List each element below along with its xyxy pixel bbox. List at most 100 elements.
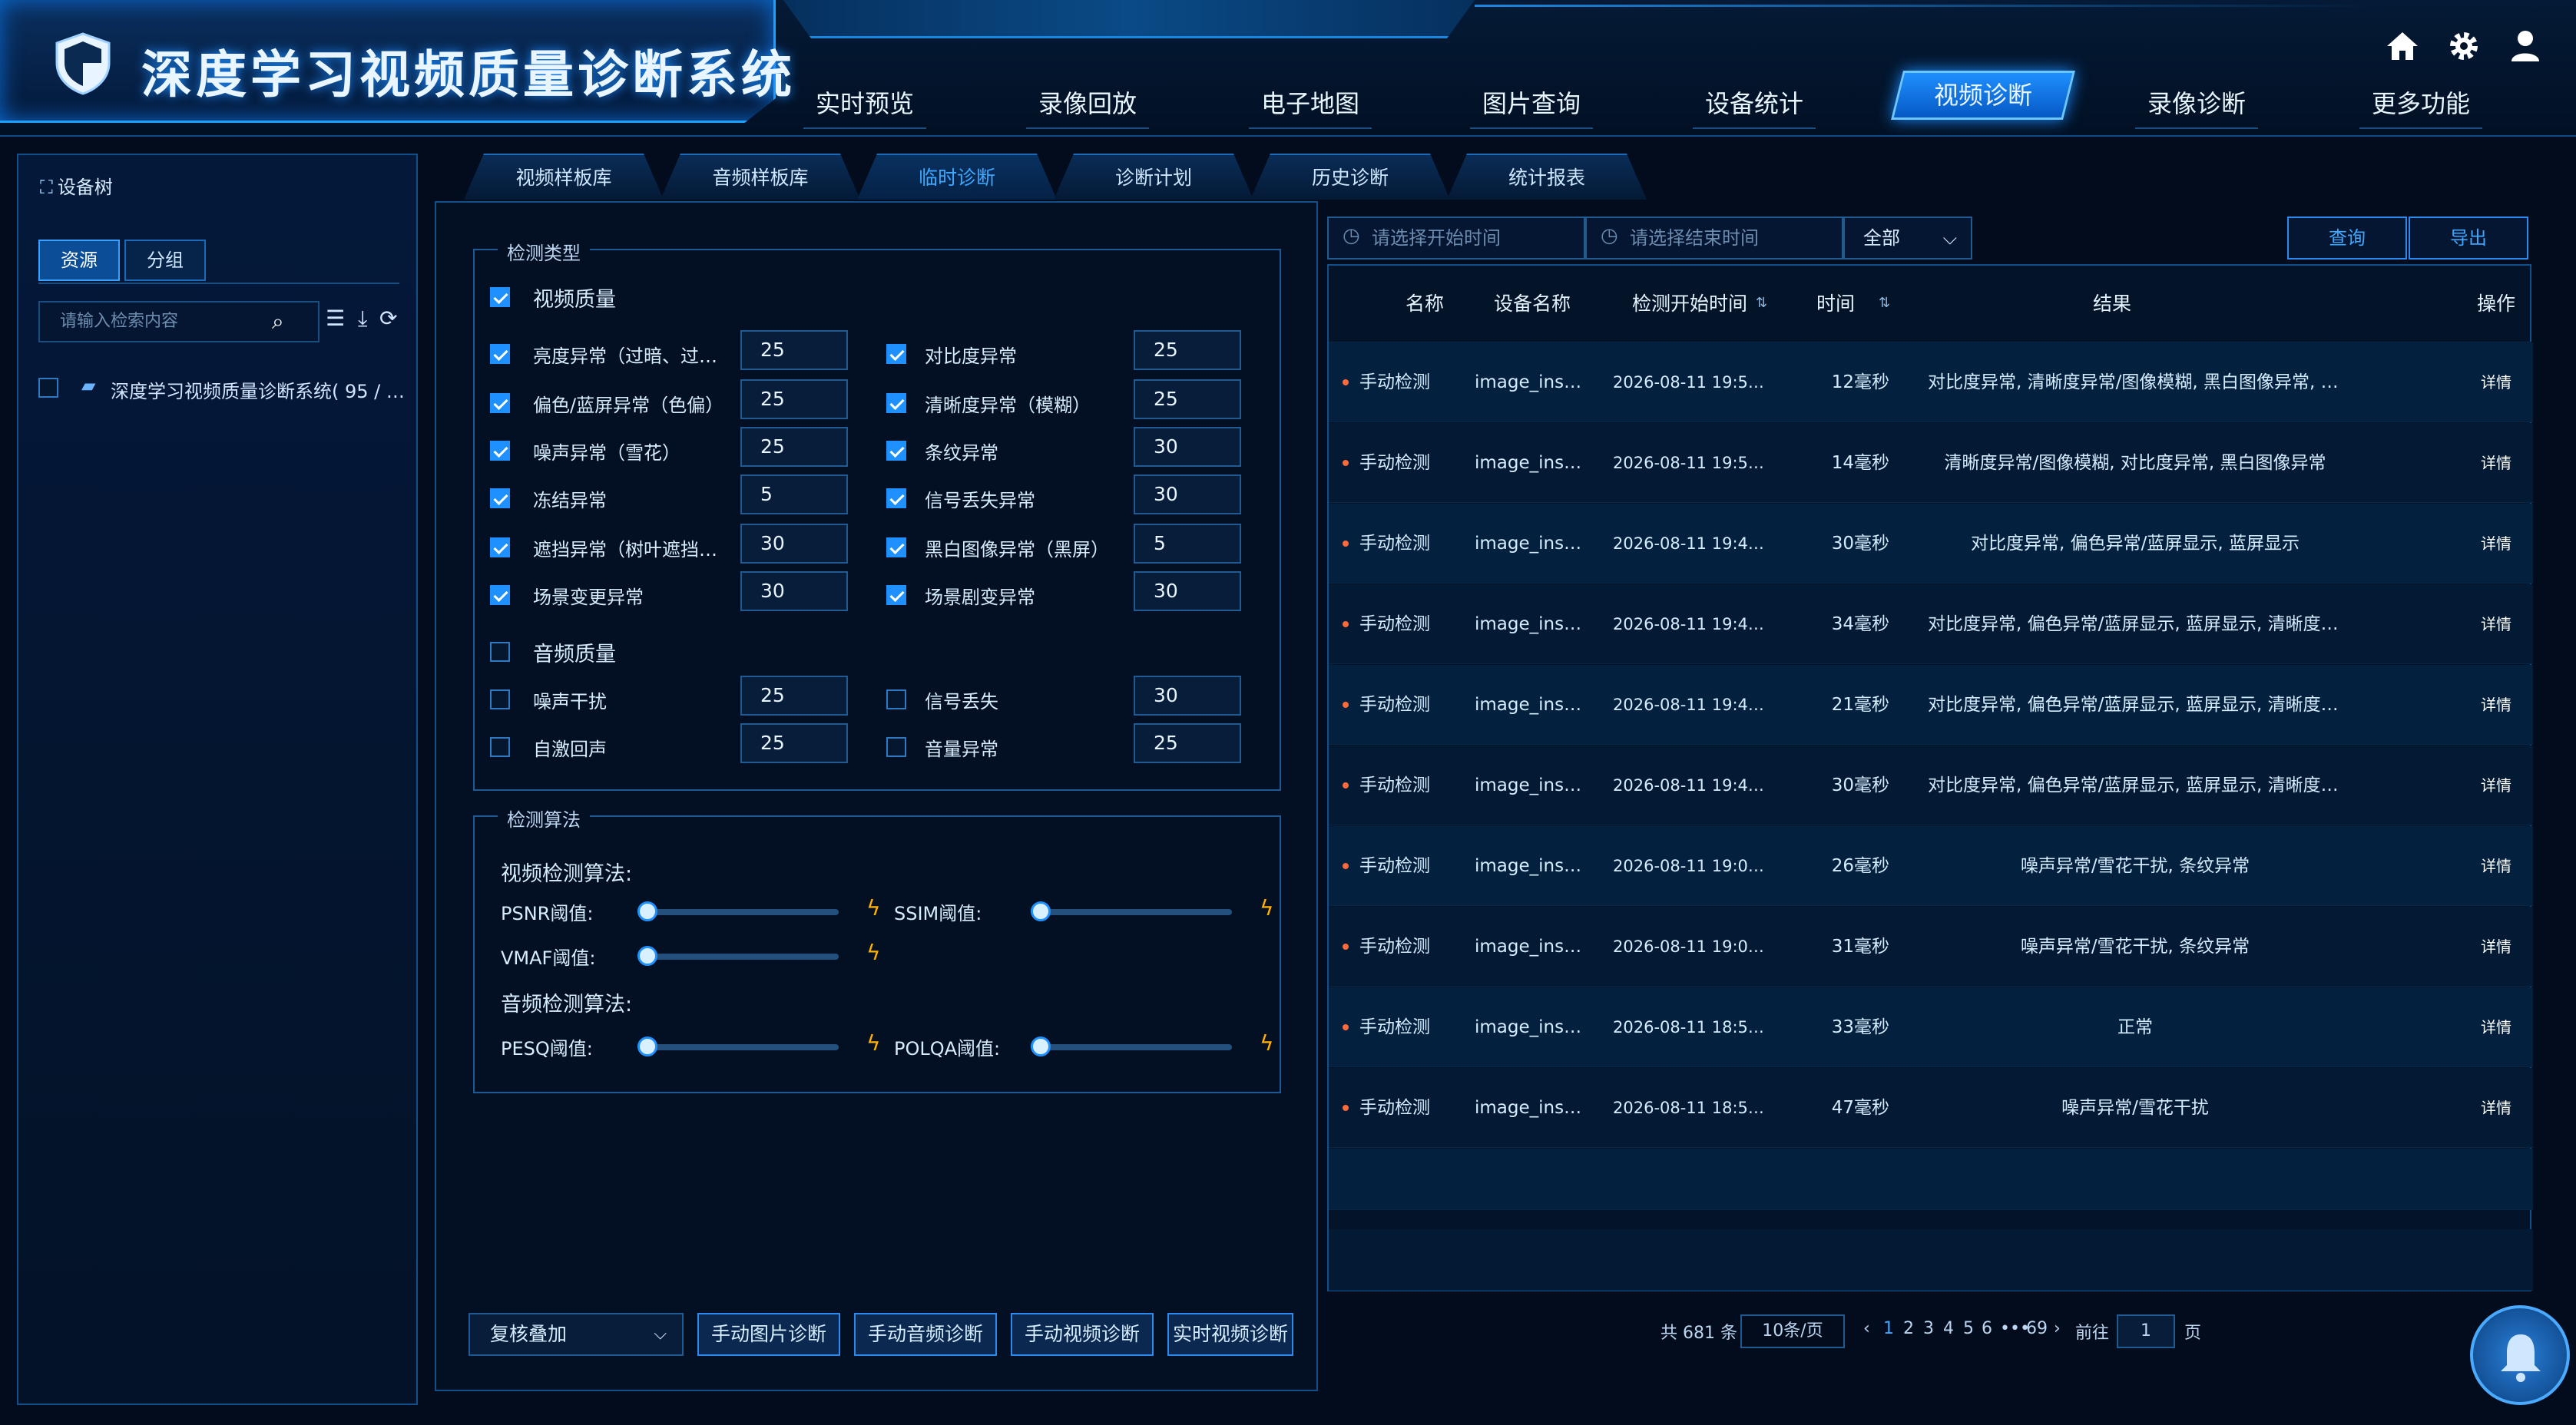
threshold-input[interactable]: 25 <box>1134 723 1241 763</box>
row-detail-link[interactable]: 详情 <box>2473 665 2519 745</box>
gear-icon[interactable] <box>2445 28 2482 64</box>
tab-group[interactable]: 分组 <box>124 240 206 281</box>
action-button-2[interactable]: 手动音频诊断 <box>854 1313 997 1356</box>
page-size-select[interactable]: 10条/页 <box>1740 1314 1845 1348</box>
threshold-input[interactable]: 30 <box>740 571 848 611</box>
row-detail-link[interactable]: 详情 <box>2473 504 2519 584</box>
threshold-input[interactable]: 30 <box>1134 571 1241 611</box>
action-button-3[interactable]: 手动视频诊断 <box>1011 1313 1154 1356</box>
page-number[interactable]: 69 <box>2026 1319 2048 1338</box>
detect-item-checkbox[interactable] <box>490 393 510 413</box>
page-number[interactable]: 6 <box>1982 1319 1992 1338</box>
refresh-icon[interactable]: ⟳ <box>379 306 397 331</box>
notification-button[interactable] <box>2470 1305 2570 1405</box>
tree-root-checkbox[interactable] <box>38 378 58 398</box>
audio-item-checkbox[interactable] <box>490 737 510 757</box>
ssim-slider-track[interactable] <box>1040 909 1232 915</box>
detect-item-checkbox[interactable] <box>886 344 906 364</box>
threshold-input[interactable]: 30 <box>1134 427 1241 467</box>
threshold-input[interactable]: 25 <box>1134 379 1241 419</box>
tab-6[interactable]: 统计报表 <box>1447 154 1647 200</box>
vmaf-slider-track[interactable] <box>647 954 839 960</box>
row-detail-link[interactable]: 详情 <box>2473 1068 2519 1148</box>
detect-item-checkbox[interactable] <box>886 585 906 605</box>
row-detail-link[interactable]: 详情 <box>2473 423 2519 503</box>
table-row[interactable]: 手动检测 image_insp… 2026-08-11 19:04:16 26毫秒 噪声… <box>1329 826 2533 906</box>
end-time-input[interactable]: 请选择结束时间 <box>1585 217 1843 260</box>
row-detail-link[interactable]: 详情 <box>2473 907 2519 987</box>
sort-icon[interactable]: ⇅ <box>1756 295 1767 311</box>
detect-item-checkbox[interactable] <box>490 441 510 461</box>
detect-item-checkbox[interactable] <box>490 488 510 508</box>
tab-5[interactable]: 历史诊断 <box>1250 154 1450 200</box>
psnr-slider-knob[interactable] <box>637 901 657 921</box>
start-time-input[interactable]: 请选择开始时间 <box>1327 217 1585 260</box>
nav-item-8[interactable]: 更多功能 <box>2344 77 2498 131</box>
table-row[interactable]: 手动检测 image_insp… 2026-08-11 19:51:15 14毫秒 清晰… <box>1329 423 2533 503</box>
nav-item-2[interactable]: 录像回放 <box>1011 77 1164 131</box>
prev-page-icon[interactable]: ‹ <box>1863 1319 1870 1338</box>
table-row[interactable]: 手动检测 image_insp… 2026-08-11 19:48:28 30毫秒 对比… <box>1329 504 2533 584</box>
table-row[interactable]: 手动检测 image_insp… 2026-08-11 19:46:35 34毫秒 对比… <box>1329 584 2533 664</box>
threshold-input[interactable]: 30 <box>1134 474 1241 514</box>
next-page-icon[interactable]: › <box>2054 1319 2061 1338</box>
audio-item-checkbox[interactable] <box>886 737 906 757</box>
page-number[interactable]: 5 <box>1963 1319 1974 1338</box>
row-detail-link[interactable]: 详情 <box>2473 826 2519 906</box>
nav-item-1[interactable]: 实时预览 <box>788 77 942 131</box>
row-detail-link[interactable]: 详情 <box>2473 342 2519 422</box>
audio-quality-checkbox[interactable] <box>490 642 510 662</box>
table-row[interactable]: 手动检测 image_insp… 2026-08-11 19:45:47 30毫秒 对比… <box>1329 746 2533 825</box>
threshold-input[interactable]: 5 <box>1134 524 1241 564</box>
page-number[interactable]: 1 <box>1883 1319 1894 1338</box>
user-icon[interactable] <box>2507 28 2544 64</box>
tab-1[interactable]: 视频样板库 <box>464 154 664 200</box>
detect-item-checkbox[interactable] <box>886 441 906 461</box>
video-quality-checkbox[interactable] <box>490 287 510 307</box>
page-number[interactable]: 3 <box>1923 1319 1934 1338</box>
tab-resource[interactable]: 资源 <box>38 240 120 281</box>
tree-root-node[interactable]: 深度学习视频质量诊断系统( 95 / … <box>111 376 418 403</box>
table-row[interactable]: 手动检测 image_insp… 2026-08-11 19:04:04 31毫秒 噪声… <box>1329 907 2533 987</box>
audio-item-checkbox[interactable] <box>490 689 510 709</box>
detect-item-checkbox[interactable] <box>490 344 510 364</box>
goto-input[interactable]: 1 <box>2117 1314 2175 1348</box>
vmaf-slider-knob[interactable] <box>637 946 657 966</box>
polqa-slider-track[interactable] <box>1040 1044 1232 1050</box>
row-detail-link[interactable]: 详情 <box>2473 987 2519 1067</box>
row-detail-link[interactable]: 详情 <box>2473 746 2519 825</box>
export-button[interactable]: 导出 <box>2409 217 2528 260</box>
table-row[interactable]: 手动检测 image_insp… 2026-08-11 19:52:15 12毫秒 对比… <box>1329 342 2533 422</box>
threshold-input[interactable]: 25 <box>740 723 848 763</box>
threshold-input[interactable]: 30 <box>1134 676 1241 716</box>
threshold-input[interactable]: 30 <box>740 524 848 564</box>
nav-item-3[interactable]: 电子地图 <box>1233 77 1387 131</box>
detect-item-checkbox[interactable] <box>490 585 510 605</box>
query-button[interactable]: 查询 <box>2287 217 2407 260</box>
action-button-1[interactable]: 手动图片诊断 <box>697 1313 840 1356</box>
threshold-input[interactable]: 25 <box>740 676 848 716</box>
action-button-4[interactable]: 实时视频诊断 <box>1167 1313 1293 1356</box>
pesq-slider-track[interactable] <box>647 1044 839 1050</box>
detect-item-checkbox[interactable] <box>886 393 906 413</box>
pesq-slider-knob[interactable] <box>637 1037 657 1056</box>
threshold-input[interactable]: 25 <box>1134 330 1241 370</box>
detect-item-checkbox[interactable] <box>490 537 510 557</box>
download-icon[interactable]: ⤓ <box>358 306 367 332</box>
detect-item-checkbox[interactable] <box>886 488 906 508</box>
tab-3[interactable]: 临时诊断 <box>857 154 1057 200</box>
audio-item-checkbox[interactable] <box>886 689 906 709</box>
ssim-slider-knob[interactable] <box>1031 901 1051 921</box>
overlay-select[interactable]: 复核叠加 ⌵ <box>469 1313 684 1356</box>
type-select[interactable]: 全部 ⌵ <box>1843 217 1972 260</box>
nav-item-5[interactable]: 设备统计 <box>1677 77 1831 131</box>
detect-item-checkbox[interactable] <box>886 537 906 557</box>
nav-item-7[interactable]: 录像诊断 <box>2120 77 2273 131</box>
table-row[interactable]: 手动检测 image_insp… 2026-08-11 18:57:34 33毫秒 正常… <box>1329 987 2533 1067</box>
tab-2[interactable]: 音频样板库 <box>661 154 860 200</box>
threshold-input[interactable]: 25 <box>740 330 848 370</box>
table-row[interactable]: 手动检测 image_insp… 2026-08-11 18:57:32 47毫秒 噪声… <box>1329 1068 2533 1148</box>
threshold-input[interactable]: 5 <box>740 474 848 514</box>
sort-icon[interactable]: ⇅ <box>1879 295 1890 311</box>
tab-4[interactable]: 诊断计划 <box>1054 154 1253 200</box>
